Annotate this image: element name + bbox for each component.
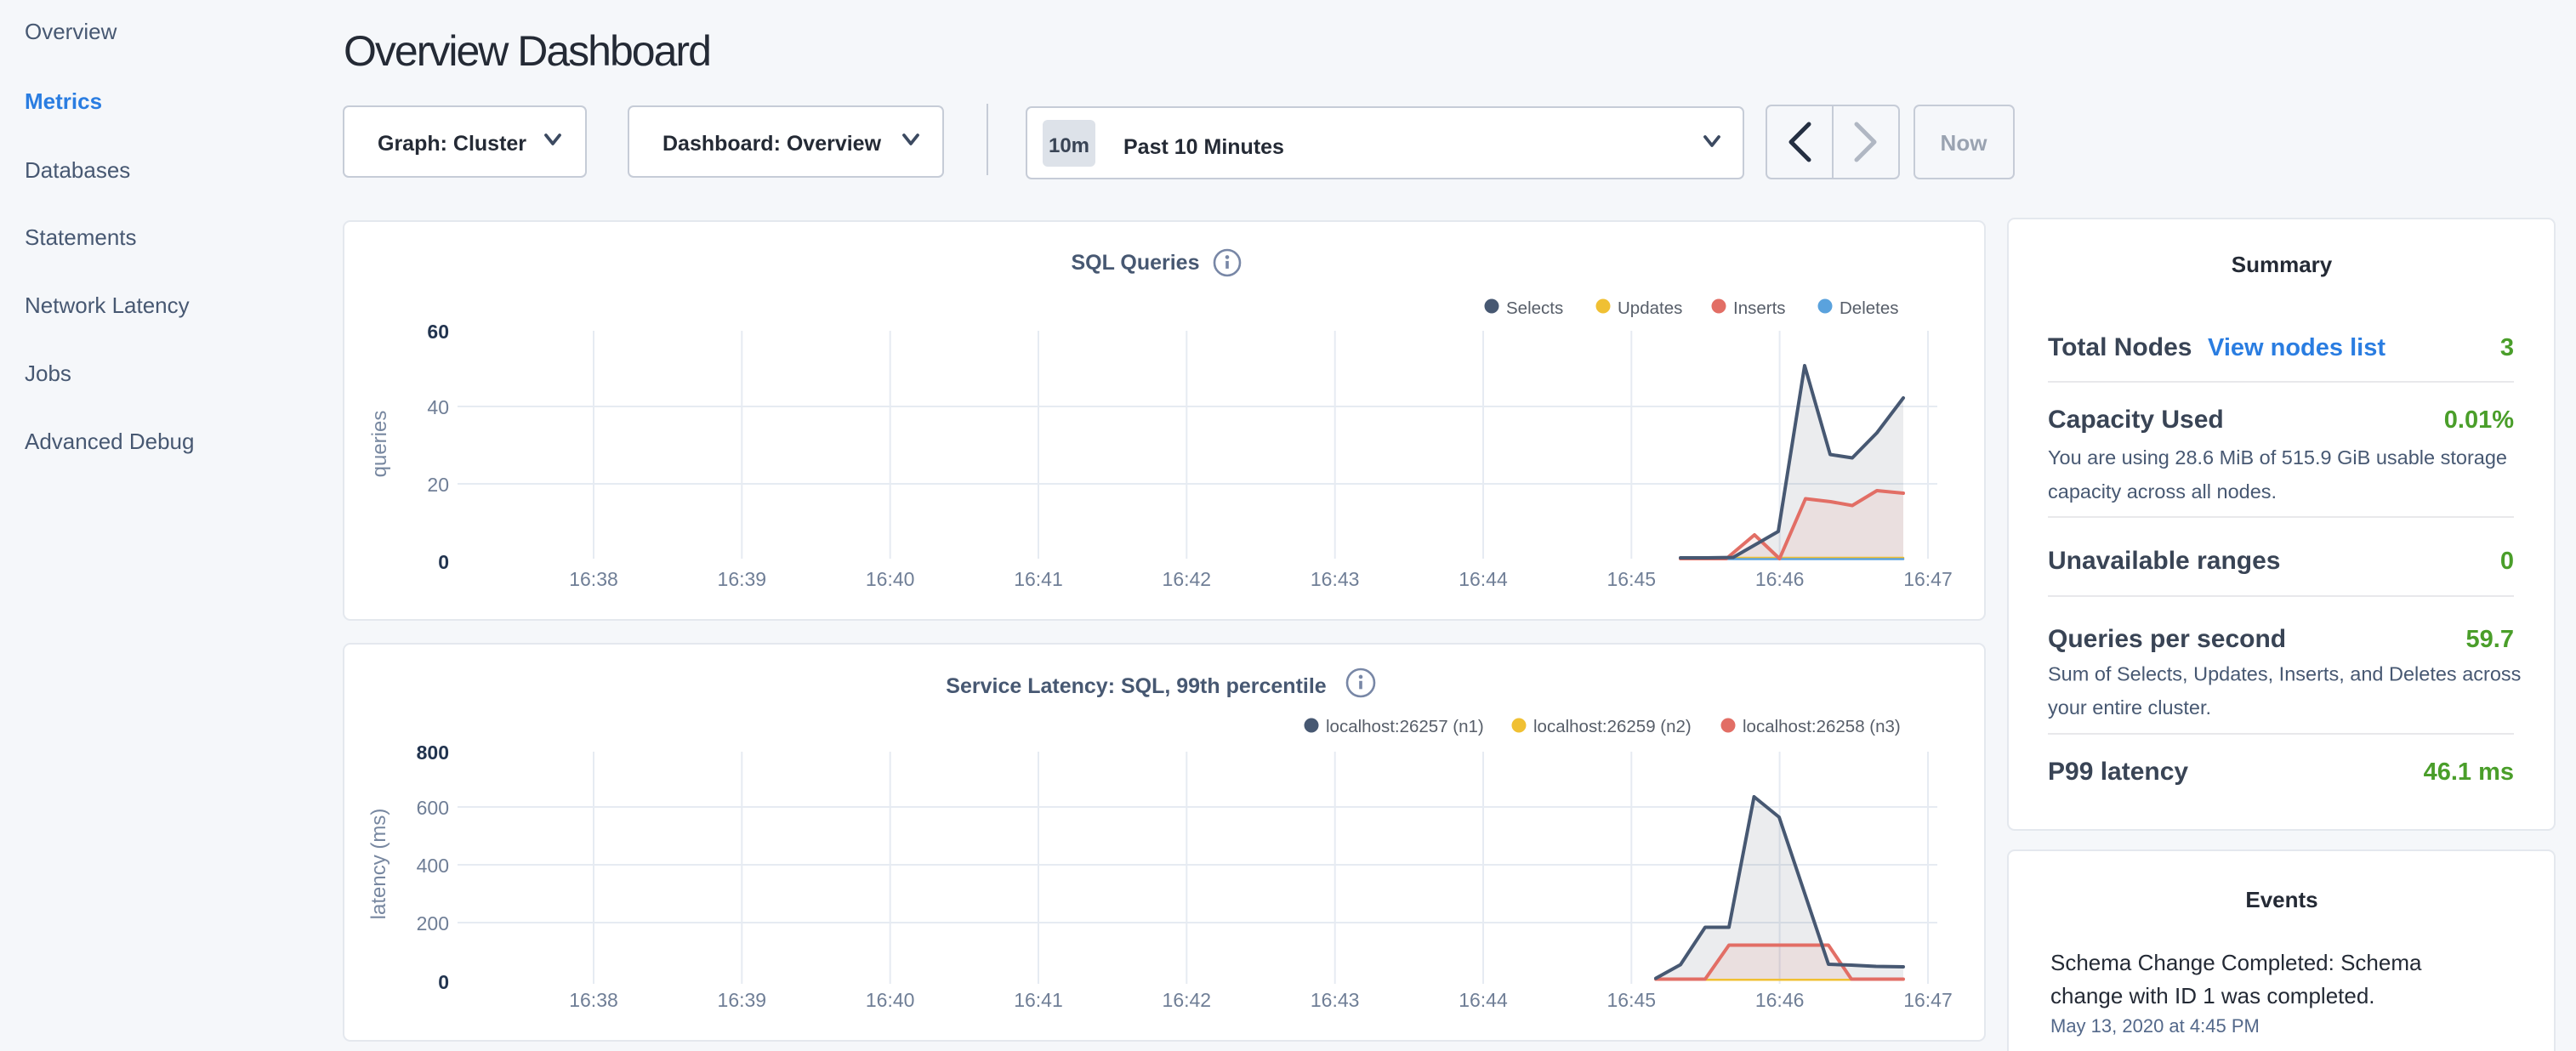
svg-text:Statements: Statements xyxy=(25,224,137,250)
svg-text:16:42: 16:42 xyxy=(1163,989,1212,1011)
svg-text:16:46: 16:46 xyxy=(1755,989,1805,1011)
svg-text:Total Nodes: Total Nodes xyxy=(2048,333,2192,361)
svg-text:Jobs: Jobs xyxy=(25,361,71,386)
svg-text:16:46: 16:46 xyxy=(1755,568,1805,590)
svg-text:localhost:26259 (n2): localhost:26259 (n2) xyxy=(1533,717,1692,736)
svg-text:your entire cluster.: your entire cluster. xyxy=(2048,696,2211,719)
svg-text:60: 60 xyxy=(427,321,449,343)
svg-text:16:41: 16:41 xyxy=(1014,989,1063,1011)
svg-text:Unavailable ranges: Unavailable ranges xyxy=(2048,547,2280,575)
svg-text:16:45: 16:45 xyxy=(1607,568,1657,590)
svg-text:20: 20 xyxy=(427,474,449,496)
svg-text:Network Latency: Network Latency xyxy=(25,293,190,318)
svg-text:queries: queries xyxy=(368,411,391,478)
svg-text:Graph: Cluster: Graph: Cluster xyxy=(378,132,526,156)
svg-text:Metrics: Metrics xyxy=(25,88,102,114)
svg-text:0: 0 xyxy=(2500,548,2514,575)
svg-text:16:38: 16:38 xyxy=(569,989,618,1011)
svg-text:16:43: 16:43 xyxy=(1311,989,1360,1011)
svg-text:59.7: 59.7 xyxy=(2466,626,2514,653)
svg-text:latency (ms): latency (ms) xyxy=(367,809,390,920)
svg-text:600: 600 xyxy=(417,797,449,819)
svg-text:Summary: Summary xyxy=(2232,252,2333,277)
svg-text:16:40: 16:40 xyxy=(866,568,915,590)
svg-text:Advanced Debug: Advanced Debug xyxy=(25,429,194,454)
svg-text:16:44: 16:44 xyxy=(1459,568,1508,590)
svg-text:0.01%: 0.01% xyxy=(2444,406,2514,434)
svg-text:16:38: 16:38 xyxy=(569,568,618,590)
svg-text:SQL Queries: SQL Queries xyxy=(1072,251,1200,275)
svg-text:May 13, 2020 at 4:45 PM: May 13, 2020 at 4:45 PM xyxy=(2050,1015,2260,1037)
svg-text:800: 800 xyxy=(417,741,449,764)
svg-text:localhost:26257 (n1): localhost:26257 (n1) xyxy=(1326,717,1484,736)
svg-text:16:39: 16:39 xyxy=(718,989,767,1011)
svg-text:Overview Dashboard: Overview Dashboard xyxy=(344,27,710,75)
svg-text:46.1 ms: 46.1 ms xyxy=(2424,758,2514,786)
svg-text:Dashboard: Overview: Dashboard: Overview xyxy=(662,132,882,156)
svg-text:You are using 28.6 MiB of 515.: You are using 28.6 MiB of 515.9 GiB usab… xyxy=(2048,446,2507,469)
svg-text:Queries per second: Queries per second xyxy=(2048,625,2286,653)
svg-text:P99 latency: P99 latency xyxy=(2048,758,2188,786)
svg-text:0: 0 xyxy=(438,971,449,993)
svg-text:16:41: 16:41 xyxy=(1014,568,1063,590)
svg-text:16:47: 16:47 xyxy=(1903,568,1953,590)
svg-text:Selects: Selects xyxy=(1506,298,1563,318)
svg-text:capacity across all nodes.: capacity across all nodes. xyxy=(2048,480,2277,503)
svg-text:Overview: Overview xyxy=(25,19,117,44)
svg-text:change with ID 1 was completed: change with ID 1 was completed. xyxy=(2050,983,2375,1008)
svg-text:View nodes list: View nodes list xyxy=(2208,334,2386,361)
svg-text:400: 400 xyxy=(417,855,449,877)
svg-text:Events: Events xyxy=(2245,887,2317,912)
svg-text:Databases: Databases xyxy=(25,157,130,183)
svg-text:16:45: 16:45 xyxy=(1607,989,1657,1011)
svg-text:Sum of Selects, Updates, Inser: Sum of Selects, Updates, Inserts, and De… xyxy=(2048,663,2521,685)
svg-text:Capacity Used: Capacity Used xyxy=(2048,406,2224,434)
svg-text:200: 200 xyxy=(417,912,449,935)
svg-text:3: 3 xyxy=(2500,334,2514,361)
svg-text:0: 0 xyxy=(438,551,449,573)
svg-text:16:44: 16:44 xyxy=(1459,989,1508,1011)
svg-text:Inserts: Inserts xyxy=(1733,298,1786,318)
svg-text:Past 10 Minutes: Past 10 Minutes xyxy=(1123,135,1284,159)
svg-text:Service Latency: SQL, 99th per: Service Latency: SQL, 99th percentile xyxy=(946,674,1326,698)
svg-text:16:42: 16:42 xyxy=(1163,568,1212,590)
svg-text:localhost:26258 (n3): localhost:26258 (n3) xyxy=(1743,717,1901,736)
svg-text:10m: 10m xyxy=(1049,134,1089,157)
svg-text:16:43: 16:43 xyxy=(1311,568,1360,590)
svg-text:40: 40 xyxy=(427,396,449,418)
svg-text:16:47: 16:47 xyxy=(1903,989,1953,1011)
svg-text:Now: Now xyxy=(1941,130,1988,156)
svg-text:16:40: 16:40 xyxy=(866,989,915,1011)
svg-text:Schema Change Completed: Schem: Schema Change Completed: Schema xyxy=(2050,950,2422,975)
svg-text:16:39: 16:39 xyxy=(718,568,767,590)
svg-text:Updates: Updates xyxy=(1618,298,1682,318)
svg-text:Deletes: Deletes xyxy=(1840,298,1899,318)
